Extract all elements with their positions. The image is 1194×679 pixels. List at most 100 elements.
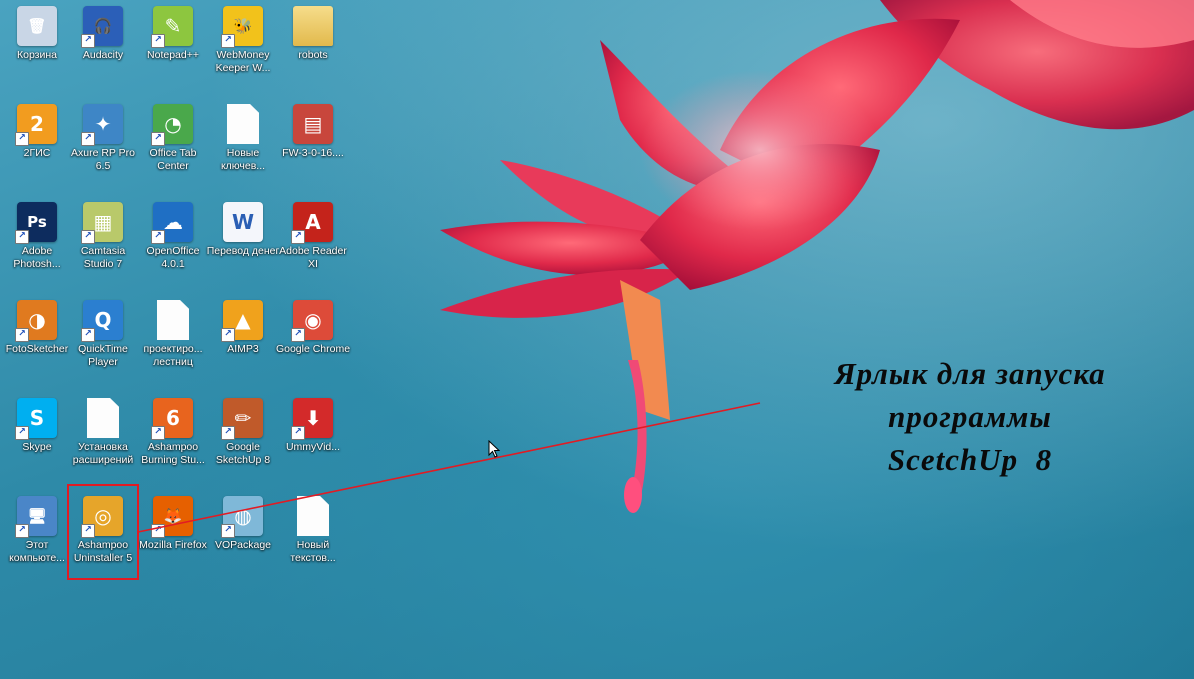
text-document-icon (297, 496, 329, 536)
desktop-icon-text-document[interactable]: Новый текстов... (277, 492, 349, 586)
desktop-icon-audacity[interactable]: 🎧 ↗ Audacity (67, 2, 139, 96)
desktop-icon-label: Camtasia Studio 7 (80, 245, 126, 270)
desktop-icon-vopackage[interactable]: ◍ ↗ VOPackage (207, 492, 279, 586)
fotosketcher-icon: ◑ ↗ (15, 300, 57, 342)
webmoney-icon: 🐝 ↗ (221, 6, 263, 48)
desktop[interactable]: 🗑 Корзина 🎧 ↗ Audacity ✎ ↗ Notepad++ 🐝 ↗ WebMoney … (0, 0, 1194, 679)
2gis-icon: 2 ↗ (15, 104, 57, 146)
desktop-icon-label: Adobe Reader XI (279, 245, 347, 270)
desktop-icon-label: VOPackage (214, 539, 272, 551)
quicktime-icon: Q ↗ (81, 300, 123, 342)
shortcut-arrow-icon: ↗ (291, 230, 305, 244)
this-pc-icon: 🖥 ↗ (15, 496, 57, 538)
desktop-icon-label: Google SketchUp 8 (215, 441, 271, 466)
desktop-icon-label: 2ГИС (23, 147, 51, 159)
desktop-icon-label: FotoSketcher (5, 343, 69, 355)
shortcut-arrow-icon: ↗ (151, 34, 165, 48)
mouse-pointer-icon (488, 440, 500, 458)
desktop-icon-text-document[interactable]: Установка расширений (67, 394, 139, 488)
shortcut-arrow-icon: ↗ (151, 230, 165, 244)
shortcut-arrow-icon: ↗ (81, 132, 95, 146)
chrome-icon: ◉ ↗ (291, 300, 333, 342)
shortcut-arrow-icon: ↗ (81, 328, 95, 342)
ashampoo-burning-icon: 6 ↗ (151, 398, 193, 440)
shortcut-arrow-icon: ↗ (151, 524, 165, 538)
text-document-icon (157, 300, 189, 340)
desktop-icon-label: Skype (22, 441, 52, 453)
desktop-icon-word-document[interactable]: W Перевод денег (207, 198, 279, 292)
text-document-icon (227, 104, 259, 144)
notepad-plus-plus-icon: ✎ ↗ (151, 6, 193, 48)
callout-line-3: ScetchUp 8 (887, 442, 1053, 477)
desktop-icon-label: WebMoney Keeper W... (215, 49, 271, 74)
adobe-reader-icon: A ↗ (291, 202, 333, 244)
camtasia-icon: ▦ ↗ (81, 202, 123, 244)
desktop-icon-label: QuickTime Player (78, 343, 128, 368)
desktop-icon-chrome[interactable]: ◉ ↗ Google Chrome (275, 296, 351, 390)
recycle-bin-icon: 🗑 (17, 6, 57, 46)
desktop-icon-label: Axure RP Pro 6.5 (71, 147, 135, 172)
desktop-icon-label: Новый текстов... (290, 539, 336, 564)
desktop-icon-label: Этот компьюте... (9, 539, 65, 564)
desktop-icon-label: robots (298, 49, 328, 61)
desktop-icon-label: Google Chrome (275, 343, 351, 355)
desktop-icon-camtasia[interactable]: ▦ ↗ Camtasia Studio 7 (67, 198, 139, 292)
desktop-icon-label: Новые ключев... (220, 147, 266, 172)
openoffice-icon: ☁ ↗ (151, 202, 193, 244)
desktop-icon-this-pc[interactable]: 🖥 ↗ Этот компьюте... (1, 492, 73, 586)
ummy-video-icon: ⬇ ↗ (291, 398, 333, 440)
desktop-icon-sketchup[interactable]: ✏ ↗ Google SketchUp 8 (207, 394, 279, 488)
axure-icon: ✦ ↗ (81, 104, 123, 146)
desktop-icon-photoshop[interactable]: Ps ↗ Adobe Photosh... (1, 198, 73, 292)
desktop-icon-label: Office Tab Center (149, 147, 197, 172)
vopackage-icon: ◍ ↗ (221, 496, 263, 538)
desktop-icon-label: Audacity (82, 49, 124, 61)
desktop-icon-label: OpenOffice 4.0.1 (146, 245, 200, 270)
desktop-icon-label: Корзина (17, 49, 57, 61)
desktop-icon-label: AIMP3 (227, 343, 259, 355)
desktop-icon-fotosketcher[interactable]: ◑ ↗ FotoSketcher (1, 296, 73, 390)
shortcut-arrow-icon: ↗ (221, 34, 235, 48)
photoshop-icon: Ps ↗ (15, 202, 57, 244)
winrar-archive-icon: ▤ (293, 104, 333, 144)
desktop-icon-recycle-bin[interactable]: 🗑 Корзина (1, 2, 73, 96)
desktop-icon-winrar-archive[interactable]: ▤ FW-3-0-16.... (277, 100, 349, 194)
shortcut-arrow-icon: ↗ (221, 524, 235, 538)
sketchup-icon: ✏ ↗ (221, 398, 263, 440)
desktop-icon-label: Adobe Photosh... (13, 245, 61, 270)
shortcut-arrow-icon: ↗ (15, 230, 29, 244)
desktop-icon-firefox[interactable]: 🦊 ↗ Mozilla Firefox (137, 492, 209, 586)
desktop-icon-folder[interactable]: robots (277, 2, 349, 96)
callout-line-2: программы (888, 399, 1052, 434)
shortcut-arrow-icon: ↗ (15, 328, 29, 342)
shortcut-arrow-icon: ↗ (81, 230, 95, 244)
desktop-icon-webmoney[interactable]: 🐝 ↗ WebMoney Keeper W... (207, 2, 279, 96)
desktop-icon-label: Mozilla Firefox (139, 539, 207, 551)
desktop-icon-adobe-reader[interactable]: A ↗ Adobe Reader XI (277, 198, 349, 292)
shortcut-arrow-icon: ↗ (221, 426, 235, 440)
desktop-icon-ummy-video[interactable]: ⬇ ↗ UmmyVid... (277, 394, 349, 488)
desktop-icon-label: UmmyVid... (285, 441, 341, 453)
shortcut-arrow-icon: ↗ (151, 132, 165, 146)
desktop-icon-label: проектиро... лестниц (143, 343, 203, 368)
desktop-icon-skype[interactable]: S ↗ Skype (1, 394, 73, 488)
desktop-icon-openoffice[interactable]: ☁ ↗ OpenOffice 4.0.1 (137, 198, 209, 292)
shortcut-arrow-icon: ↗ (15, 132, 29, 146)
desktop-icon-label: Установка расширений (72, 441, 134, 466)
audacity-icon: 🎧 ↗ (81, 6, 123, 48)
desktop-icon-label: Ashampoo Burning Stu... (141, 441, 205, 466)
desktop-icon-2gis[interactable]: 2 ↗ 2ГИС (1, 100, 73, 194)
word-document-icon: W (223, 202, 263, 242)
skype-icon: S ↗ (15, 398, 57, 440)
text-document-icon (87, 398, 119, 438)
desktop-icon-text-document[interactable]: Новые ключев... (207, 100, 279, 194)
desktop-icon-quicktime[interactable]: Q ↗ QuickTime Player (67, 296, 139, 390)
desktop-icon-ashampoo-burning[interactable]: 6 ↗ Ashampoo Burning Stu... (137, 394, 209, 488)
desktop-icon-notepad-plus-plus[interactable]: ✎ ↗ Notepad++ (137, 2, 209, 96)
desktop-icon-text-document[interactable]: проектиро... лестниц (137, 296, 209, 390)
folder-icon (293, 6, 333, 46)
desktop-icon-office-tab[interactable]: ◔ ↗ Office Tab Center (137, 100, 209, 194)
desktop-icon-aimp[interactable]: ▲ ↗ AIMP3 (207, 296, 279, 390)
shortcut-arrow-icon: ↗ (15, 426, 29, 440)
desktop-icon-axure[interactable]: ✦ ↗ Axure RP Pro 6.5 (67, 100, 139, 194)
